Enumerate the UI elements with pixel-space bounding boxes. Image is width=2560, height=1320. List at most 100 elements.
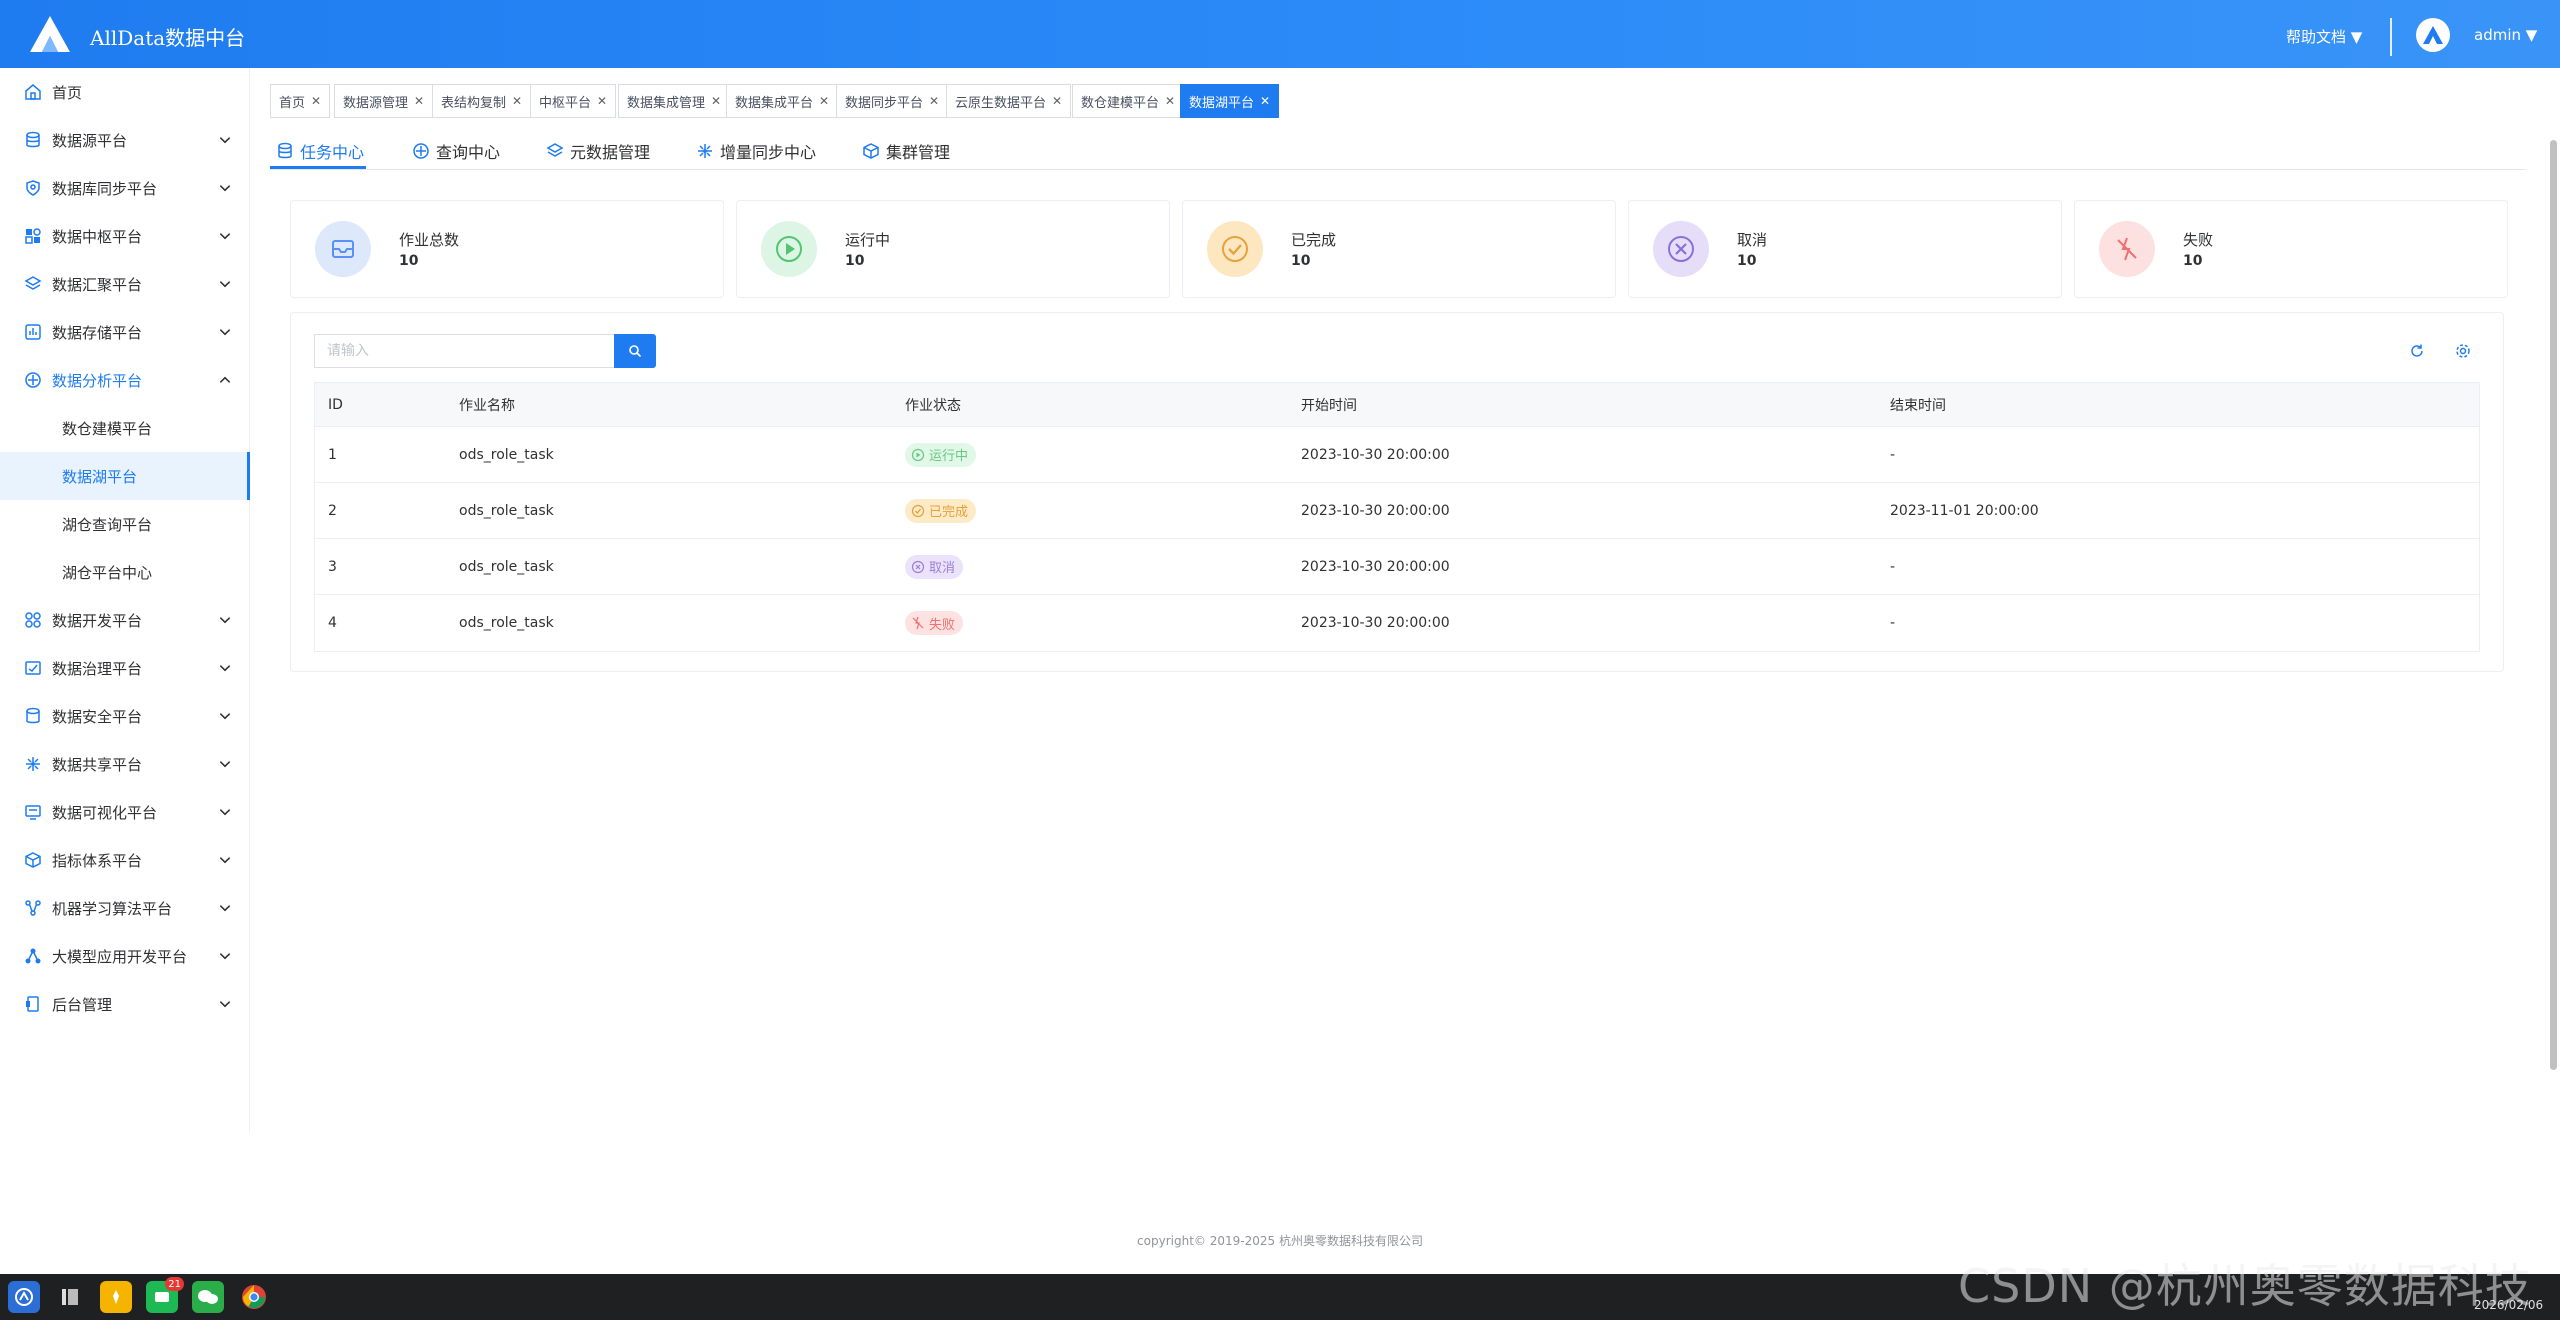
- settings-button[interactable]: [2452, 340, 2474, 362]
- blocks-icon: [24, 227, 42, 245]
- sidebar-item-label: 后台管理: [52, 995, 113, 1014]
- sidebar-item-0[interactable]: 首页: [0, 68, 250, 116]
- sidebar-item-3[interactable]: 数据中枢平台: [0, 212, 250, 260]
- sidebar-subitem-1[interactable]: 数据湖平台: [0, 452, 250, 500]
- chrome-icon[interactable]: [238, 1281, 270, 1313]
- tab-tag-6[interactable]: 数据同步平台 ✕: [836, 84, 949, 118]
- launcher-icon[interactable]: [8, 1281, 40, 1313]
- sidebar-item-8[interactable]: 数据治理平台: [0, 644, 250, 692]
- tab-label: 元数据管理: [570, 143, 651, 162]
- tab-2[interactable]: 元数据管理: [546, 134, 650, 168]
- close-icon[interactable]: ✕: [311, 94, 321, 108]
- wechat-icon[interactable]: [192, 1281, 224, 1313]
- close-icon[interactable]: ✕: [512, 94, 522, 108]
- tab-4[interactable]: 集群管理: [862, 134, 950, 168]
- status-badge: 失败: [905, 611, 964, 635]
- user-menu-dropdown[interactable]: admin ▼: [2474, 26, 2537, 44]
- tab-tag-9[interactable]: 数据湖平台 ✕: [1180, 84, 1280, 118]
- col-header-start[interactable]: 开始时间: [1301, 395, 1890, 415]
- tab-tag-1[interactable]: 数据源管理 ✕: [334, 84, 434, 118]
- col-header-end[interactable]: 结束时间: [1890, 395, 2479, 415]
- help-docs-dropdown[interactable]: 帮助文档 ▼: [2286, 26, 2362, 47]
- database-icon: [24, 131, 42, 149]
- cell-end-time: 2023-11-01 20:00:00: [1890, 502, 2039, 519]
- sidebar-item-label: 首页: [52, 83, 83, 102]
- sidebar-item-10[interactable]: 数据共享平台: [0, 740, 250, 788]
- avatar[interactable]: [2416, 18, 2450, 52]
- tab-tag-7[interactable]: 云原生数据平台 ✕: [946, 84, 1072, 118]
- col-header-status[interactable]: 作业状态: [905, 395, 1301, 415]
- stat-value: 10: [2183, 253, 2203, 269]
- files-icon[interactable]: [54, 1281, 86, 1313]
- governance-icon: [24, 659, 42, 677]
- tab-tag-8[interactable]: 数仓建模平台 ✕: [1072, 84, 1185, 118]
- tabs-divider: [270, 169, 2526, 170]
- notes-icon[interactable]: [100, 1281, 132, 1313]
- tab-tag-3[interactable]: 中枢平台 ✕: [530, 84, 617, 118]
- close-icon[interactable]: ✕: [711, 94, 721, 108]
- tab-tag-4[interactable]: 数据集成管理 ✕: [618, 84, 731, 118]
- tag-label: 数据源管理: [343, 95, 409, 111]
- chevron-down-icon: [218, 901, 232, 915]
- header-divider: [2390, 18, 2392, 56]
- status-badge-label: 运行中: [929, 449, 969, 464]
- sidebar-subitem-3[interactable]: 湖仓平台中心: [0, 548, 250, 596]
- sidebar-item-6[interactable]: 数据分析平台: [0, 356, 250, 404]
- play-circle-icon: [761, 221, 817, 277]
- page-scrollbar-thumb[interactable]: [2550, 140, 2557, 1070]
- tab-tag-5[interactable]: 数据集成平台 ✕: [726, 84, 839, 118]
- close-icon[interactable]: ✕: [819, 94, 829, 108]
- status-badge-label: 已完成: [929, 505, 969, 520]
- sidebar-item-12[interactable]: 指标体系平台: [0, 836, 250, 884]
- admin-icon: [24, 995, 42, 1013]
- chat-app-icon[interactable]: 21: [146, 1277, 184, 1313]
- cell-id: 3: [328, 558, 337, 575]
- sidebar-item-15[interactable]: 后台管理: [0, 980, 250, 1028]
- stat-label: 已完成: [1291, 231, 1337, 249]
- close-icon[interactable]: ✕: [929, 94, 939, 108]
- tab-1[interactable]: 查询中心: [412, 134, 500, 168]
- fail-icon: [2099, 221, 2155, 277]
- close-icon[interactable]: ✕: [1052, 94, 1062, 108]
- search-input[interactable]: [314, 334, 614, 368]
- table-row[interactable]: 3 ods_role_task 取消 2023-10-30 20:00:00 -: [315, 539, 2479, 595]
- refresh-icon: [2411, 344, 2423, 357]
- cell-end-time: -: [1890, 558, 1896, 575]
- tab-3[interactable]: 增量同步中心: [696, 134, 816, 168]
- sidebar-item-9[interactable]: 数据安全平台: [0, 692, 250, 740]
- close-icon[interactable]: ✕: [597, 94, 607, 108]
- table-row[interactable]: 1 ods_role_task 运行中 2023-10-30 20:00:00 -: [315, 427, 2479, 483]
- tab-tag-0[interactable]: 首页 ✕: [270, 84, 331, 118]
- col-header-name[interactable]: 作业名称: [459, 395, 905, 415]
- close-icon[interactable]: ✕: [1165, 94, 1175, 108]
- sidebar-item-7[interactable]: 数据开发平台: [0, 596, 250, 644]
- sidebar-item-4[interactable]: 数据汇聚平台: [0, 260, 250, 308]
- table-row[interactable]: 2 ods_role_task 已完成 2023-10-30 20:00:00 2023…: [315, 483, 2479, 539]
- close-icon[interactable]: ✕: [414, 94, 424, 108]
- share-icon: [24, 755, 42, 773]
- sidebar-item-11[interactable]: 数据可视化平台: [0, 788, 250, 836]
- refresh-button[interactable]: [2406, 340, 2428, 362]
- sidebar-subitem-0[interactable]: 数仓建模平台: [0, 404, 250, 452]
- sidebar-subitem-2[interactable]: 湖仓查询平台: [0, 500, 250, 548]
- stat-value: 10: [399, 253, 419, 269]
- sidebar-item-1[interactable]: 数据源平台: [0, 116, 250, 164]
- sidebar-item-5[interactable]: 数据存储平台: [0, 308, 250, 356]
- sidebar-item-13[interactable]: 机器学习算法平台: [0, 884, 250, 932]
- close-icon[interactable]: ✕: [1260, 94, 1270, 108]
- chevron-down-icon: [218, 853, 232, 867]
- tag-label: 数据集成管理: [627, 95, 706, 111]
- tab-0[interactable]: 任务中心: [276, 134, 364, 168]
- tab-tag-2[interactable]: 表结构复制 ✕: [432, 84, 532, 118]
- sidebar-item-label: 数据库同步平台: [52, 179, 158, 198]
- status-fail-icon: [911, 616, 925, 630]
- table-row[interactable]: 4 ods_role_task 失败 2023-10-30 20:00:00 -: [315, 595, 2479, 651]
- tag-label: 中枢平台: [539, 95, 592, 111]
- sidebar-item-2[interactable]: 数据库同步平台: [0, 164, 250, 212]
- cell-status: 失败: [905, 611, 1301, 635]
- col-header-id[interactable]: ID: [315, 397, 459, 413]
- sidebar-item-14[interactable]: 大模型应用开发平台: [0, 932, 250, 980]
- chevron-down-icon: [218, 709, 232, 723]
- search-button[interactable]: [614, 334, 656, 368]
- alldata-logo-icon[interactable]: [28, 14, 72, 54]
